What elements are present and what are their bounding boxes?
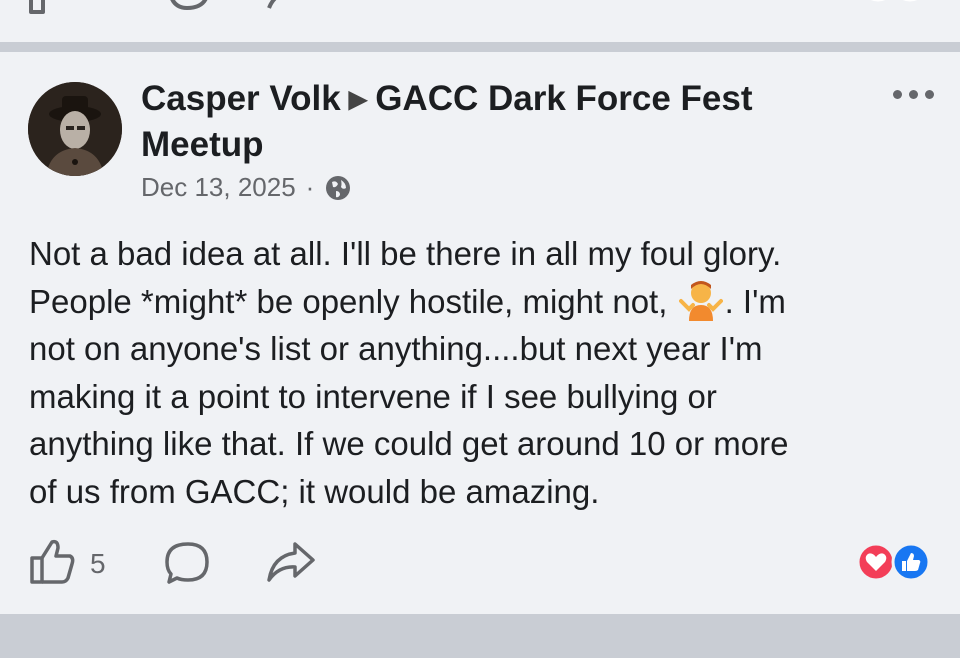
person-shrugging-emoji-icon <box>678 280 723 321</box>
like-icon[interactable] <box>28 0 78 14</box>
avatar-photo <box>28 82 122 176</box>
post-actions: 5 <box>0 538 960 588</box>
like-button[interactable] <box>28 538 78 584</box>
post-header: Casper Volk ▶ GACC Dark Force Fest Meetup <box>141 78 841 166</box>
body-line: People *might* be openly hostile, might … <box>29 278 929 326</box>
share-button[interactable] <box>265 540 317 586</box>
previous-post-footer <box>0 0 960 42</box>
post-meta: Dec 13, 2025 · <box>141 172 352 203</box>
dot <box>909 90 918 99</box>
reactions-summary[interactable] <box>856 542 932 582</box>
reactions-summary-icon[interactable] <box>860 0 932 10</box>
comment-icon[interactable] <box>163 0 213 14</box>
comment-button[interactable] <box>163 540 213 586</box>
post-body: Not a bad idea at all. I'll be there in … <box>29 230 929 515</box>
body-text-fragment: People *might* be openly hostile, might … <box>29 282 668 320</box>
globe-icon <box>326 175 351 200</box>
more-options-button[interactable] <box>893 90 934 99</box>
body-line: of us from GACC; it would be amazing. <box>29 472 600 510</box>
body-line: making it a point to intervene if I see … <box>29 377 717 415</box>
body-line: Not a bad idea at all. I'll be there in … <box>29 235 782 272</box>
love-reaction-icon <box>856 542 896 582</box>
caret-right-icon: ▶ <box>348 86 368 113</box>
body-text-fragment: . I'm <box>724 282 786 320</box>
post-divider <box>0 614 960 658</box>
body-line: anything like that. If we could get arou… <box>29 425 789 462</box>
post-date[interactable]: Dec 13, 2025 <box>141 172 296 203</box>
share-icon[interactable] <box>265 0 315 14</box>
avatar[interactable] <box>28 82 122 176</box>
like-count[interactable]: 5 <box>90 548 106 580</box>
body-line: not on anyone's list or anything....but … <box>29 330 763 367</box>
dot <box>925 90 934 99</box>
like-reaction-icon <box>891 542 931 582</box>
author-name[interactable]: Casper Volk <box>141 79 341 118</box>
meta-separator: · <box>305 172 315 202</box>
post-card: Casper Volk ▶ GACC Dark Force Fest Meetup … <box>0 52 960 614</box>
post-divider <box>0 42 960 52</box>
dot <box>893 90 902 99</box>
